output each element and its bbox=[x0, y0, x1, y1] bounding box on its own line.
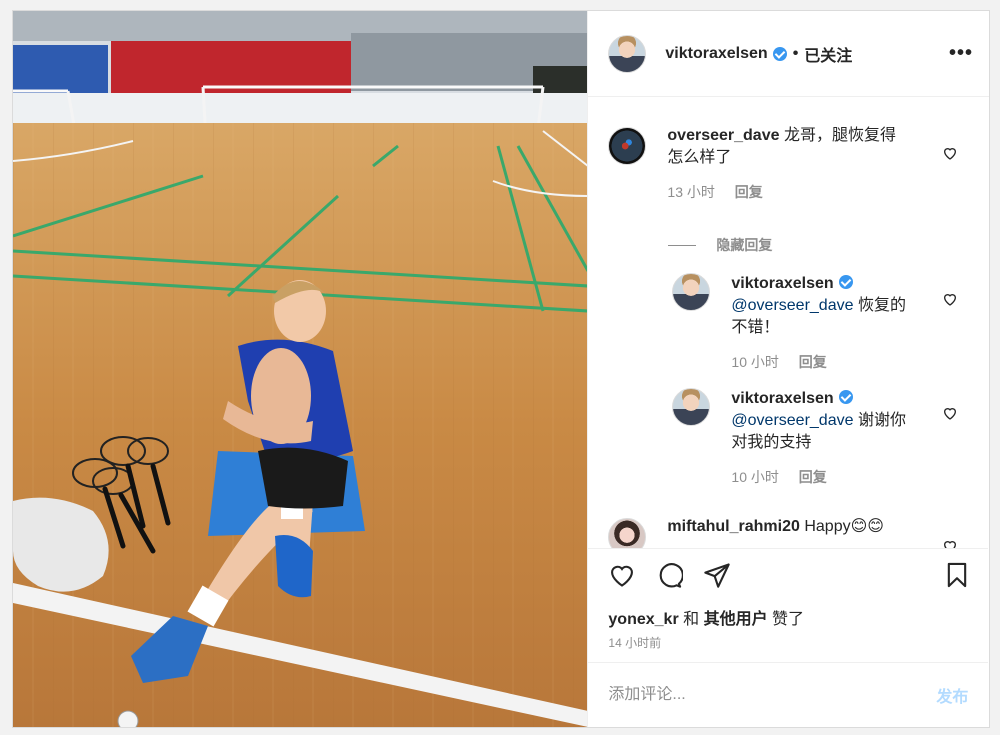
likes-and: 和 bbox=[678, 611, 704, 628]
reply-button[interactable]: 回复 bbox=[799, 354, 827, 370]
post-modal: viktoraxelsen • 已关注 ••• overseer_dave 龙哥… bbox=[12, 10, 990, 728]
separator-dot: • bbox=[792, 44, 799, 62]
post-comment-button[interactable]: 发布 bbox=[936, 683, 968, 707]
comment-username[interactable]: overseer_dave bbox=[667, 127, 779, 144]
reply-mention[interactable]: @overseer_dave bbox=[731, 412, 853, 429]
reply-button[interactable]: 回复 bbox=[799, 469, 827, 485]
heart-icon[interactable] bbox=[608, 561, 636, 589]
hide-replies-label: 隐藏回复 bbox=[716, 237, 773, 253]
share-icon[interactable] bbox=[703, 561, 731, 589]
comments-list[interactable]: overseer_dave 龙哥，腿恢复得怎么样了 13 小时 回复 隐藏回复 bbox=[588, 98, 988, 548]
reply-time[interactable]: 10 小时 bbox=[731, 354, 778, 370]
author-avatar[interactable] bbox=[608, 34, 647, 73]
comment-item: overseer_dave 龙哥，腿恢复得怎么样了 13 小时 回复 bbox=[608, 127, 968, 203]
like-comment-heart-icon[interactable] bbox=[942, 291, 958, 307]
verified-badge-icon bbox=[838, 275, 853, 289]
reply-button[interactable]: 回复 bbox=[735, 184, 763, 200]
post-photo[interactable] bbox=[13, 11, 588, 727]
bookmark-icon[interactable] bbox=[943, 561, 971, 589]
reply-mention[interactable]: @overseer_dave bbox=[731, 297, 853, 314]
photo-illustration bbox=[13, 11, 588, 727]
like-comment-heart-icon[interactable] bbox=[942, 145, 958, 161]
likes-suffix: 赞了 bbox=[767, 611, 805, 628]
more-icon[interactable]: ••• bbox=[949, 42, 973, 65]
commenter-avatar[interactable] bbox=[608, 127, 647, 165]
commenter-avatar[interactable] bbox=[608, 518, 647, 548]
comment-item: miftahul_rahmi20 Happy😊😊 bbox=[608, 518, 968, 548]
author-username[interactable]: viktoraxelsen bbox=[665, 45, 767, 63]
likes-summary: yonex_kr 和 其他用户 赞了 bbox=[608, 605, 804, 629]
post-details-pane: viktoraxelsen • 已关注 ••• overseer_dave 龙哥… bbox=[587, 11, 989, 727]
verified-badge-icon bbox=[772, 46, 787, 61]
reply-username[interactable]: viktoraxelsen bbox=[731, 390, 833, 407]
add-comment-bar: 发布 bbox=[588, 662, 989, 727]
verified-badge-icon bbox=[838, 390, 853, 404]
like-comment-heart-icon[interactable] bbox=[942, 405, 958, 421]
post-header: viktoraxelsen • 已关注 ••• bbox=[588, 11, 989, 97]
follow-status-button[interactable]: 已关注 bbox=[804, 42, 852, 66]
post-actions: yonex_kr 和 其他用户 赞了 14 小时前 bbox=[588, 548, 989, 662]
comment-text: Happy😊😊 bbox=[804, 518, 884, 535]
comment-username[interactable]: miftahul_rahmi20 bbox=[667, 518, 799, 535]
reply-avatar[interactable] bbox=[672, 273, 711, 311]
like-comment-heart-icon[interactable] bbox=[942, 538, 958, 548]
reply-item: viktoraxelsen @overseer_dave 谢谢你对我的支持 10… bbox=[672, 388, 988, 488]
comment-time[interactable]: 13 小时 bbox=[667, 184, 714, 200]
post-timestamp[interactable]: 14 小时前 bbox=[608, 634, 661, 651]
hide-replies-line bbox=[668, 244, 697, 246]
comment-input[interactable] bbox=[608, 686, 937, 704]
reply-avatar[interactable] bbox=[672, 388, 711, 426]
reply-item: viktoraxelsen @overseer_dave 恢复的不错！ 10 小… bbox=[672, 273, 988, 373]
comment-icon[interactable] bbox=[655, 561, 684, 589]
reply-time[interactable]: 10 小时 bbox=[731, 469, 778, 485]
other-likers-link[interactable]: 其他用户 bbox=[704, 611, 768, 628]
liker-username[interactable]: yonex_kr bbox=[608, 611, 678, 628]
reply-username[interactable]: viktoraxelsen bbox=[731, 275, 833, 292]
hide-replies-button[interactable]: 隐藏回复 bbox=[668, 235, 772, 255]
